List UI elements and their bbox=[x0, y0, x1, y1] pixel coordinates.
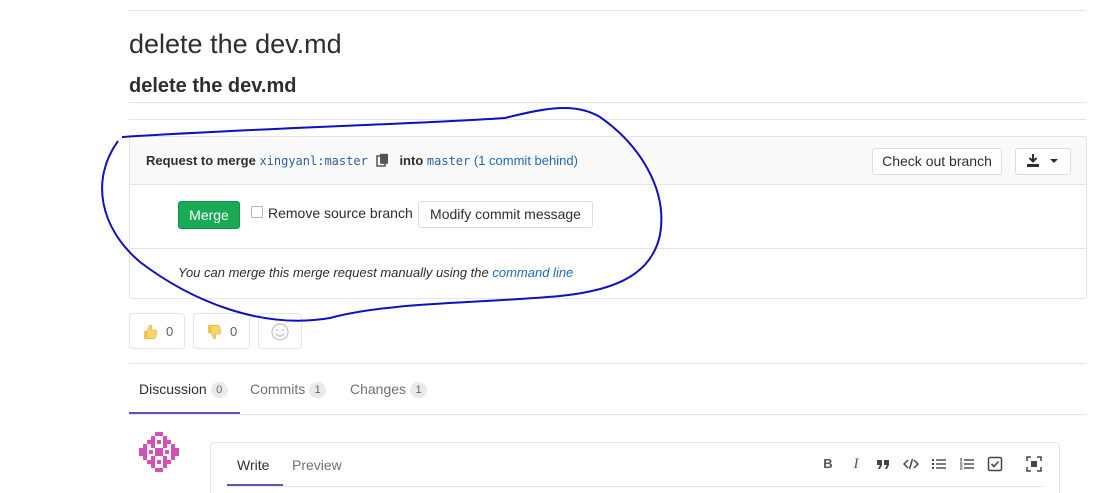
check-out-branch-button[interactable]: Check out branch bbox=[872, 148, 1002, 175]
editor-divider bbox=[227, 486, 1043, 487]
add-reaction-button[interactable] bbox=[258, 313, 302, 349]
tabs-top-divider bbox=[129, 363, 1086, 364]
tab-discussion-label: Discussion bbox=[139, 381, 207, 397]
merge-button[interactable]: Merge bbox=[178, 201, 240, 229]
modify-commit-message-button[interactable]: Modify commit message bbox=[418, 201, 593, 228]
thumbs-up-award-button[interactable]: 0 bbox=[129, 313, 185, 349]
chevron-down-icon bbox=[1050, 159, 1058, 163]
remove-source-branch-checkbox[interactable] bbox=[251, 206, 263, 218]
thumbs-down-award-button[interactable]: 0 bbox=[193, 313, 250, 349]
write-tab[interactable]: Write bbox=[237, 456, 269, 474]
description-heading: delete the dev.md bbox=[129, 75, 297, 97]
into-text: into bbox=[399, 153, 424, 168]
code-icon[interactable] bbox=[902, 455, 920, 473]
tab-commits-count: 1 bbox=[309, 382, 327, 398]
download-icon bbox=[1027, 154, 1058, 167]
tab-changes-label: Changes bbox=[350, 381, 407, 397]
top-divider bbox=[129, 10, 1086, 11]
thumbs-down-count: 0 bbox=[230, 324, 238, 339]
merge-request-info: Request to merge xingyanl:master into ma… bbox=[146, 153, 578, 169]
merge-actions: Merge Remove source branch Modify commit… bbox=[130, 185, 1086, 249]
thumbs-up-count: 0 bbox=[166, 324, 174, 339]
tab-changes-count: 1 bbox=[410, 382, 428, 398]
copy-clipboard-icon[interactable] bbox=[376, 153, 390, 167]
manual-merge-text: You can merge this merge request manuall… bbox=[178, 265, 489, 280]
description-bottom-divider bbox=[129, 119, 1086, 120]
thumbs-down-icon bbox=[208, 325, 222, 340]
tab-changes[interactable]: Changes 1 bbox=[350, 380, 428, 398]
tab-commits-label: Commits bbox=[250, 381, 306, 397]
download-dropdown-button[interactable] bbox=[1015, 148, 1071, 175]
source-branch-link[interactable]: xingyanl:master bbox=[259, 154, 367, 168]
quote-icon[interactable] bbox=[874, 455, 892, 473]
bold-icon[interactable]: B bbox=[819, 455, 837, 473]
tabs-bottom-divider bbox=[129, 414, 1086, 415]
manual-merge-hint: You can merge this merge request manuall… bbox=[178, 265, 573, 280]
target-branch-link[interactable]: master bbox=[427, 154, 470, 168]
page-title: delete the dev.md bbox=[129, 29, 342, 59]
description-divider bbox=[129, 102, 1086, 103]
remove-source-branch-label[interactable]: Remove source branch bbox=[268, 204, 413, 222]
commits-behind-link[interactable]: (1 commit behind) bbox=[474, 153, 578, 168]
task-list-icon[interactable] bbox=[986, 455, 1004, 473]
tab-commits[interactable]: Commits 1 bbox=[250, 380, 327, 398]
merge-request-header: Request to merge xingyanl:master into ma… bbox=[130, 137, 1086, 185]
bullet-list-icon[interactable] bbox=[930, 455, 948, 473]
tab-discussion-count: 0 bbox=[210, 382, 228, 398]
numbered-list-icon[interactable] bbox=[958, 455, 976, 473]
request-prefix: Request to merge bbox=[146, 153, 256, 168]
italic-icon[interactable]: I bbox=[847, 455, 865, 473]
comment-form: Write Preview B I bbox=[210, 442, 1060, 493]
smiley-icon bbox=[271, 323, 289, 341]
tab-discussion[interactable]: Discussion 0 bbox=[139, 380, 228, 398]
command-line-link[interactable]: command line bbox=[492, 265, 573, 280]
preview-tab[interactable]: Preview bbox=[292, 456, 342, 474]
merge-request-widget: Request to merge xingyanl:master into ma… bbox=[129, 136, 1087, 299]
fullscreen-icon[interactable] bbox=[1025, 455, 1043, 473]
thumbs-up-icon bbox=[144, 324, 158, 339]
avatar[interactable] bbox=[139, 432, 179, 472]
